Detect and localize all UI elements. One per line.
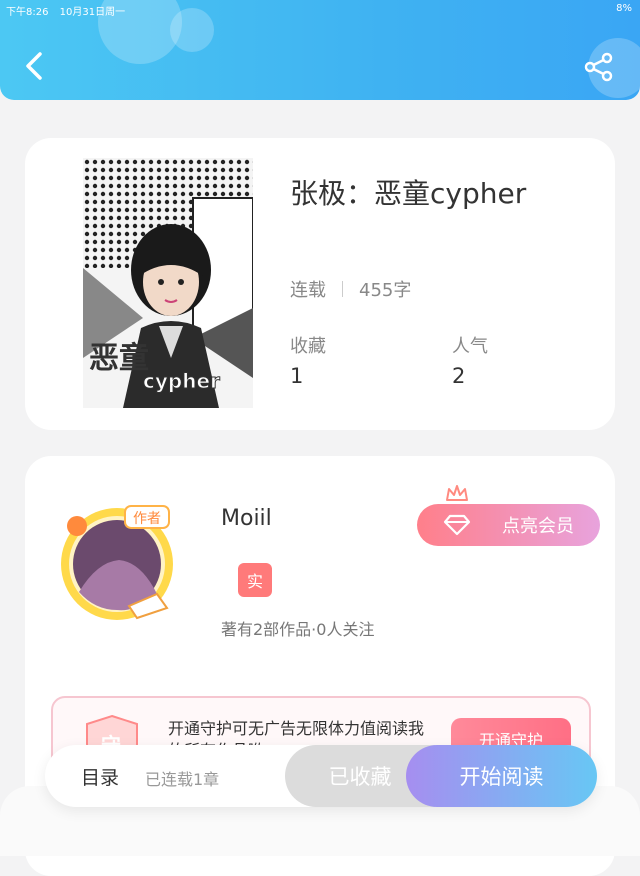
divider (342, 281, 343, 297)
book-title: 张极：恶童cypher (290, 177, 527, 210)
svg-text:cypher: cypher (143, 369, 220, 393)
status-battery: 8% (616, 3, 632, 14)
author-works-info: 著有2部作品·0人关注 (221, 620, 375, 639)
book-meta: 连载 455字 (290, 276, 411, 302)
popularity-value: 2 (452, 364, 466, 388)
svg-text:恶童: 恶童 (89, 341, 149, 376)
book-cover[interactable]: 恶童 cypher (83, 158, 253, 408)
author-avatar[interactable]: 作者 (57, 502, 177, 622)
vip-button[interactable]: 点亮会员 (417, 504, 600, 546)
word-count: 455字 (359, 280, 412, 301)
toc-button[interactable]: 目录 (81, 763, 119, 790)
author-name[interactable]: Moiil (221, 506, 272, 531)
avatar-tag: 作者 (133, 511, 161, 527)
bottom-action-bar: 目录 已连载1章 已收藏 开始阅读 (45, 745, 597, 807)
crown-icon (446, 485, 468, 501)
popularity-label: 人气 (452, 336, 488, 357)
start-reading-button[interactable]: 开始阅读 (406, 745, 597, 807)
status-date: 10月31日周一 (59, 7, 126, 18)
status-bar: 下午8:26 10月31日周一 8% (6, 3, 632, 18)
book-status: 连载 (290, 280, 326, 301)
diamond-icon (443, 514, 471, 536)
back-arrow-icon[interactable] (22, 50, 50, 82)
verified-badge: 实 (238, 563, 272, 597)
favorites-value: 1 (290, 364, 304, 388)
chapters-info[interactable]: 已连载1章 (145, 766, 219, 790)
favorites-label: 收藏 (290, 336, 326, 357)
top-header: 下午8:26 10月31日周一 8% (0, 0, 640, 100)
share-icon[interactable] (583, 52, 615, 82)
vip-button-label: 点亮会员 (502, 516, 574, 537)
book-info-card: 恶童 cypher 张极：恶童cypher 连载 455字 收藏 1 人气 2 (25, 138, 615, 430)
status-time: 下午8:26 (6, 7, 49, 18)
